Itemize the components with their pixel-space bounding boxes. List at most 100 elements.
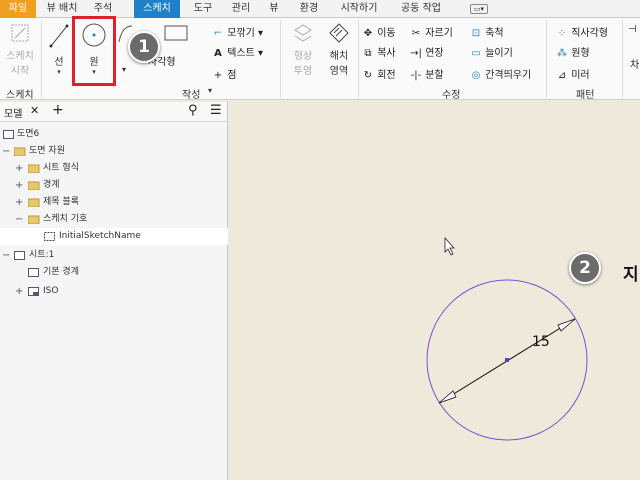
tree-label: 경계 <box>43 180 60 190</box>
circ-pattern-button[interactable]: ⁂ 원형 <box>556 44 590 59</box>
text-button[interactable]: A 텍스트 ▾ <box>212 44 263 59</box>
point-label: 점 <box>227 70 237 81</box>
search-icon[interactable]: ⚲ <box>188 103 198 118</box>
close-icon[interactable]: ✕ <box>30 104 39 117</box>
trim-button[interactable]: ✂ 자르기 <box>410 24 453 39</box>
circ-pattern-label: 원형 <box>571 48 590 59</box>
circle-center-point[interactable] <box>505 358 509 362</box>
dimension-arrow-icon <box>438 390 457 404</box>
project-geometry-button[interactable]: 형상 투영 <box>286 22 320 77</box>
tab-file[interactable]: 파일 <box>0 0 36 18</box>
move-icon: ✥ <box>363 28 373 39</box>
mirror-button[interactable]: ⊿ 미러 <box>556 66 590 81</box>
stretch-icon: ▭ <box>471 48 481 59</box>
arc-dropdown-icon[interactable]: ▾ <box>116 65 132 74</box>
point-button[interactable]: + 점 <box>212 66 237 81</box>
ribbon-options-dropdown[interactable]: ▭▾ <box>470 4 488 14</box>
extend-icon: →| <box>410 48 422 59</box>
collapse-icon[interactable]: − <box>2 143 10 160</box>
fillet-icon: ⌐ <box>213 28 223 39</box>
folder-icon <box>28 215 40 224</box>
stretch-label: 늘이기 <box>485 48 513 59</box>
expand-icon[interactable]: + <box>15 160 23 177</box>
circ-pattern-icon: ⁂ <box>557 48 567 59</box>
start-sketch-button[interactable]: 스케치 시작 <box>2 22 38 77</box>
tree-item-initial-sketch[interactable]: InitialSketchName <box>0 228 228 245</box>
drawing-icon <box>3 130 14 139</box>
point-icon: + <box>213 70 223 81</box>
text-icon: A <box>214 48 222 59</box>
tab-view[interactable]: 뷰 <box>264 0 284 18</box>
extend-button[interactable]: →| 연장 <box>410 44 444 59</box>
tab-manage[interactable]: 관리 <box>226 0 256 18</box>
group-label-sketch: 스케치 <box>6 90 34 101</box>
copy-button[interactable]: ⧉ 복사 <box>362 44 395 59</box>
tab-collaborate[interactable]: 공동 작업 <box>394 0 448 18</box>
project-geometry-icon <box>294 24 312 42</box>
folder-icon <box>28 164 40 173</box>
ribbon-cut-label: 차 <box>630 60 640 71</box>
hatch-region-button[interactable]: 해치 영역 <box>322 22 356 77</box>
start-sketch-label2: 시작 <box>10 66 30 77</box>
copy-icon: ⧉ <box>364 48 372 59</box>
move-label: 이동 <box>377 28 396 39</box>
move-button[interactable]: ✥ 이동 <box>362 24 396 39</box>
line-dropdown-icon[interactable]: ▾ <box>44 68 74 76</box>
tab-sketch[interactable]: 스케치 <box>134 0 180 18</box>
menu-icon[interactable]: ☰ <box>210 103 222 118</box>
ribbon: 스케치 시작 스케치 선 ▾ 원 ▾ ▾ 사각형 ⌐ 모깎기 ▾ A 텍스트 ▾… <box>0 16 640 101</box>
sheet-icon <box>14 251 25 260</box>
fillet-button[interactable]: ⌐ 모깎기 ▾ <box>212 24 263 39</box>
expand-icon[interactable]: + <box>15 283 23 300</box>
rect-pattern-icon: ⁘ <box>557 28 567 39</box>
text-label: 텍스트 <box>227 48 255 59</box>
dimension-value[interactable]: 15 <box>532 334 550 350</box>
mouse-cursor-icon <box>444 236 455 256</box>
tree-label: 도면6 <box>17 129 40 139</box>
offset-button[interactable]: ◎ 간격띄우기 <box>470 66 532 81</box>
extend-label: 연장 <box>425 48 444 59</box>
scale-button[interactable]: ⊡ 축척 <box>470 24 504 39</box>
line-icon <box>49 24 69 48</box>
trim-icon: ✂ <box>411 28 421 39</box>
rotate-button[interactable]: ↻ 회전 <box>362 66 396 81</box>
tab-environments[interactable]: 환경 <box>294 0 324 18</box>
tree-label: 기본 경계 <box>43 267 79 277</box>
mirror-label: 미러 <box>571 70 590 81</box>
tree-label: InitialSketchName <box>59 231 141 241</box>
split-label: 분할 <box>425 70 444 81</box>
rect-pattern-label: 직사각형 <box>571 28 608 39</box>
expand-icon[interactable]: + <box>15 194 23 211</box>
collapse-icon[interactable]: − <box>2 247 10 264</box>
group-label-pattern: 패턴 <box>576 90 595 101</box>
trim-label: 자르기 <box>425 28 453 39</box>
tab-get-started[interactable]: 시작하기 <box>334 0 384 18</box>
split-button[interactable]: -|- 분할 <box>410 66 444 81</box>
line-label: 선 <box>54 57 64 68</box>
tree-label: 스케치 기호 <box>43 214 88 224</box>
tab-tools[interactable]: 도구 <box>188 0 218 18</box>
tab-model[interactable]: 모델 <box>4 105 22 120</box>
line-button[interactable]: 선 ▾ <box>44 22 74 76</box>
fillet-label: 모깎기 <box>227 28 255 39</box>
add-tab-icon[interactable]: + <box>52 102 64 118</box>
rotate-icon: ↻ <box>363 70 373 81</box>
panel-tab-bar: 모델 ✕ + ⚲ ☰ <box>0 102 227 122</box>
offset-label: 간격띄우기 <box>485 70 532 81</box>
ribbon-overflow-icon[interactable]: ⊣ <box>628 24 637 35</box>
rectangle-button[interactable] <box>158 22 194 49</box>
tree-label: 제목 블록 <box>43 197 79 207</box>
scale-label: 축척 <box>485 28 504 39</box>
stretch-button[interactable]: ▭ 늘이기 <box>470 44 513 59</box>
sketch-area[interactable]: 15 <box>229 102 640 480</box>
drawing-canvas[interactable]: 15 2 지 <box>229 102 640 480</box>
rotate-label: 회전 <box>377 70 396 81</box>
tree-label: 시트:1 <box>29 250 55 260</box>
rect-pattern-button[interactable]: ⁘ 직사각형 <box>556 24 608 39</box>
collapse-icon[interactable]: − <box>15 211 23 228</box>
create-dropdown-icon[interactable]: ▾ <box>208 86 212 95</box>
expand-icon[interactable]: + <box>15 177 23 194</box>
border-icon <box>28 268 39 277</box>
browser-panel: 모델 ✕ + ⚲ ☰ 도면6 − 도면 자원 + 시트 형식 + 경계 + 제목… <box>0 102 228 480</box>
project-label2: 투영 <box>293 66 313 77</box>
